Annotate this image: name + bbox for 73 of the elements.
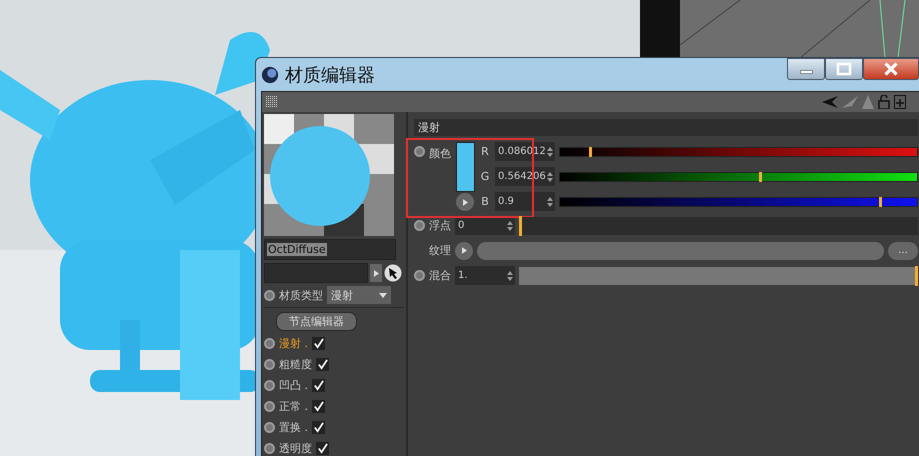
checkbox[interactable]: [312, 378, 325, 392]
channel-letter: G: [480, 170, 490, 183]
color-label: 颜色: [429, 146, 451, 161]
app-logo-icon: [261, 66, 279, 84]
slider-thumb[interactable]: [588, 146, 592, 156]
color-slider[interactable]: [559, 196, 918, 206]
slider-thumb[interactable]: [879, 196, 882, 206]
texture-label: 纹理: [429, 243, 451, 258]
keyframe-icon[interactable]: [264, 400, 275, 412]
material-type-dropdown[interactable]: 漫射: [327, 286, 391, 304]
float-slider[interactable]: [519, 216, 918, 234]
spin-arrows-icon[interactable]: [547, 196, 553, 206]
expand-button[interactable]: [370, 264, 382, 282]
back-arrow-icon[interactable]: [822, 96, 838, 108]
channel-letter: R: [480, 145, 490, 158]
minimize-icon: [800, 70, 812, 74]
spin-arrows-icon[interactable]: [507, 220, 513, 230]
link-field[interactable]: [264, 263, 368, 283]
keyframe-icon[interactable]: [264, 290, 275, 300]
color-slider[interactable]: [559, 146, 918, 156]
mix-slider[interactable]: [519, 266, 918, 284]
close-button[interactable]: [863, 58, 919, 80]
section-header: 漫射: [414, 119, 918, 136]
spin-arrows-icon[interactable]: [547, 172, 553, 182]
float-label: 浮点: [429, 218, 451, 233]
checkbox[interactable]: [316, 442, 329, 454]
maximize-icon: [834, 62, 854, 76]
keyframe-icon[interactable]: [414, 270, 425, 281]
spin-arrows-icon[interactable]: [507, 270, 513, 280]
checkbox[interactable]: [312, 420, 325, 434]
material-type-label: 材质类型: [279, 288, 323, 302]
number-field[interactable]: 1.: [455, 266, 515, 285]
channel-tab[interactable]: 漫射 .: [279, 336, 308, 350]
play-icon: [374, 270, 378, 276]
play-icon: [462, 198, 468, 206]
keyframe-icon[interactable]: [264, 338, 275, 348]
slider-thumb[interactable]: [915, 266, 918, 286]
color-slider[interactable]: [559, 172, 918, 182]
keyframe-icon[interactable]: [264, 422, 275, 432]
maximize-button[interactable]: [825, 58, 863, 80]
slider-thumb[interactable]: [759, 172, 762, 182]
minimize-button[interactable]: [787, 58, 825, 80]
window-title: 材质编辑器: [285, 64, 375, 86]
channel-tab[interactable]: 置换 .: [279, 420, 308, 434]
lock-icon[interactable]: [878, 95, 890, 109]
keyframe-icon[interactable]: [414, 220, 425, 231]
expand-button[interactable]: [455, 242, 473, 260]
color-swatch[interactable]: [456, 142, 474, 192]
channel-tab[interactable]: 粗糙度: [279, 356, 312, 372]
slider-thumb[interactable]: [519, 216, 522, 236]
keyframe-icon[interactable]: [264, 358, 275, 370]
mix-label: 混合: [429, 268, 451, 283]
more-button[interactable]: ...: [888, 242, 918, 260]
number-field[interactable]: 0.9: [495, 192, 555, 211]
channel-tab[interactable]: 凹凸 .: [279, 378, 308, 392]
keyframe-icon[interactable]: [264, 442, 275, 454]
channel-tab[interactable]: 正常 .: [279, 398, 308, 414]
play-icon: [462, 247, 466, 254]
checkbox[interactable]: [316, 358, 329, 370]
material-name-field[interactable]: OctDiffuse: [264, 239, 396, 260]
grip-icon: [266, 96, 278, 108]
spin-arrows-icon[interactable]: [547, 146, 553, 156]
keyframe-icon[interactable]: [414, 146, 425, 157]
checkbox[interactable]: [312, 336, 325, 350]
expand-button[interactable]: [456, 193, 474, 211]
dropdown-arrow-icon: [379, 292, 387, 298]
texture-field[interactable]: [477, 242, 884, 260]
node-editor-button[interactable]: 节点编辑器: [276, 312, 357, 331]
channel-tab[interactable]: 透明度: [279, 440, 312, 456]
checkbox[interactable]: [312, 400, 325, 412]
channel-letter: B: [480, 195, 490, 208]
keyframe-icon[interactable]: [264, 380, 275, 390]
new-panel-icon[interactable]: [894, 95, 906, 109]
